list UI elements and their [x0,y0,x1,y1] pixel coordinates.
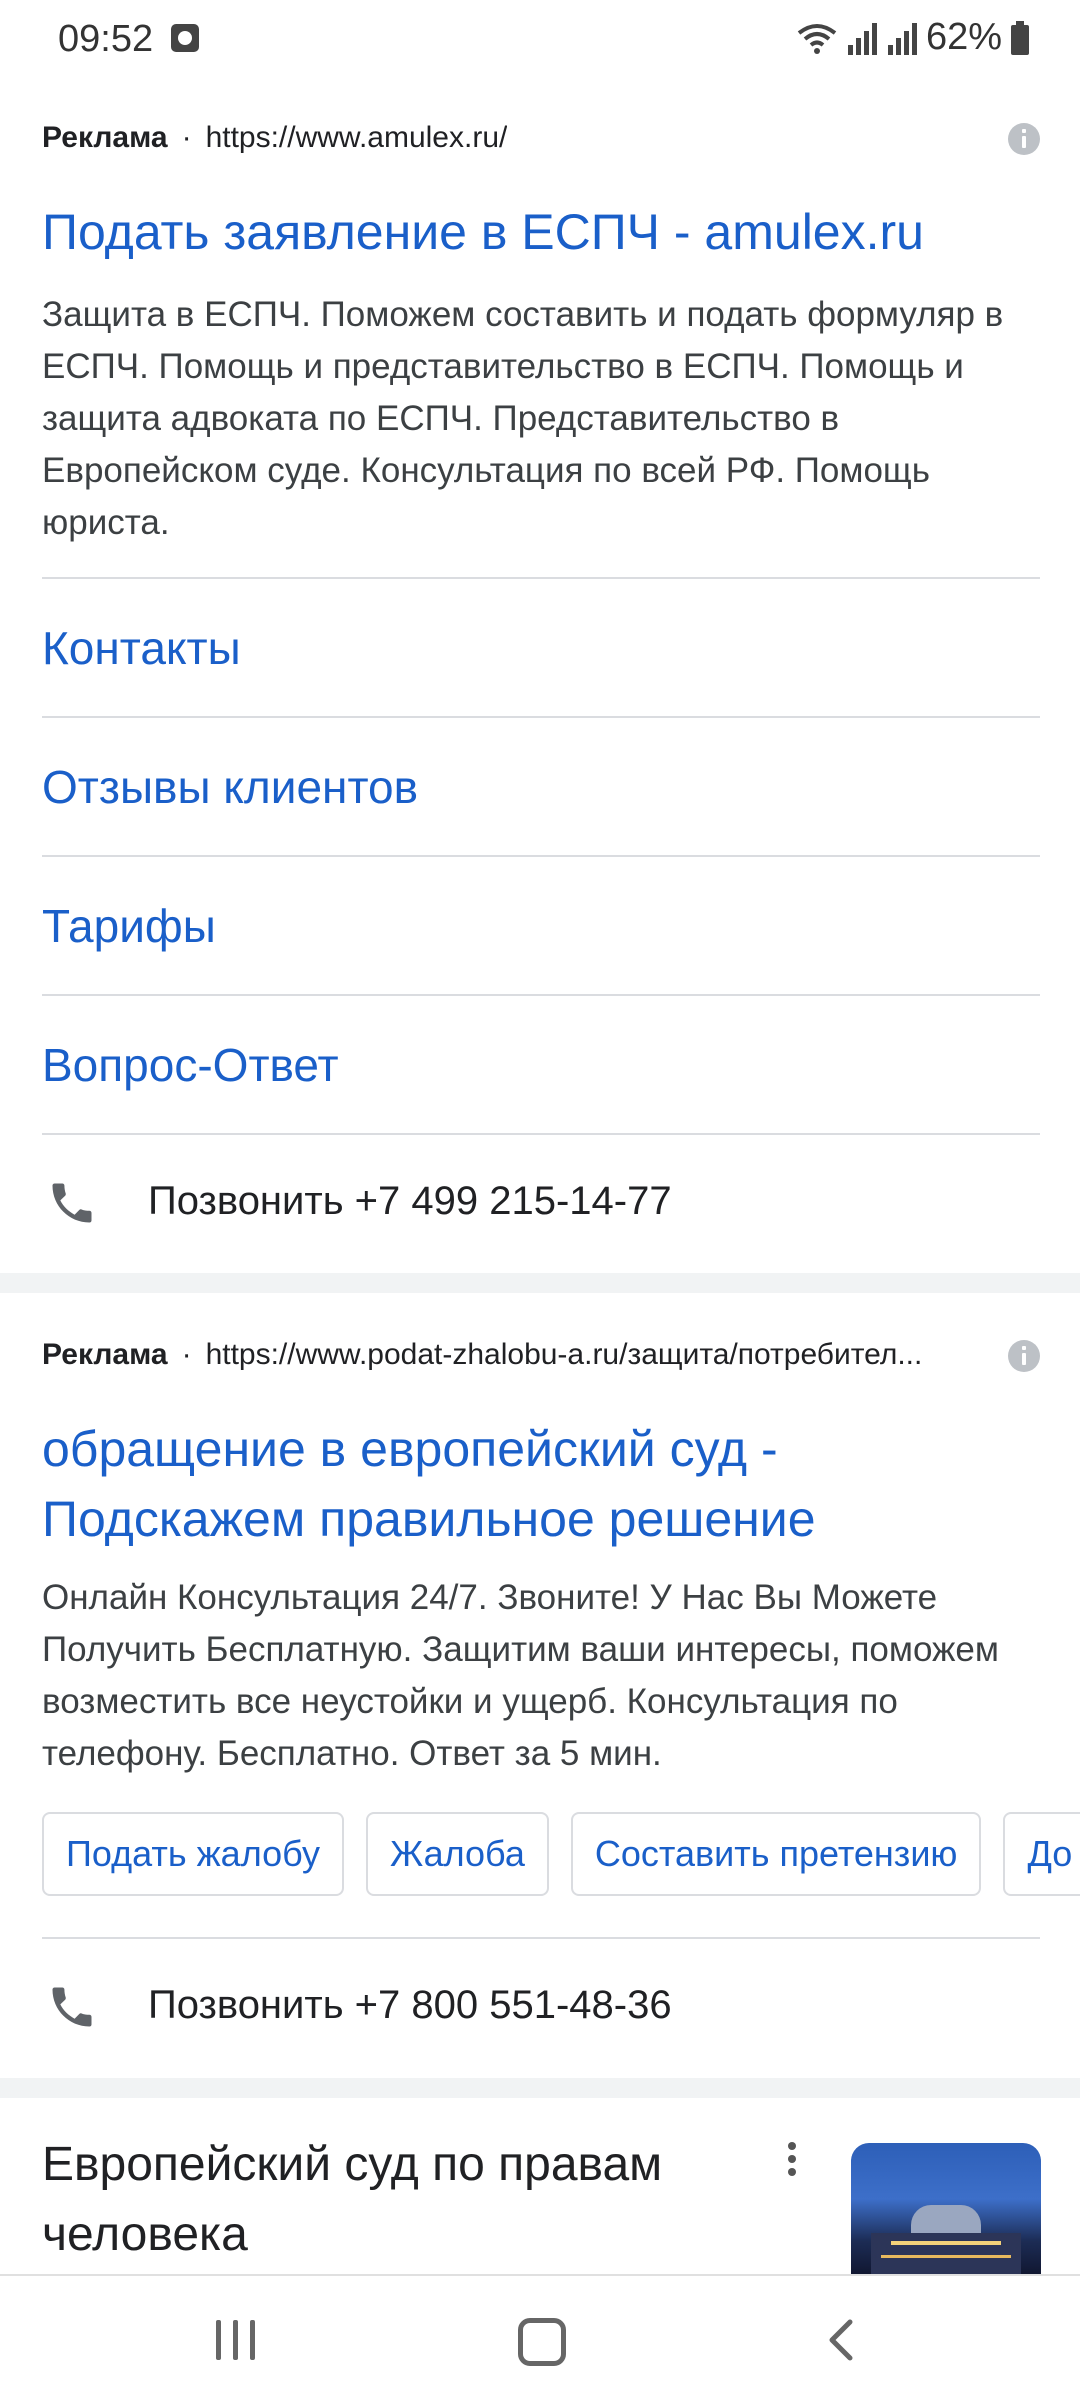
chip-scroller[interactable]: Подать жалобу Жалоба Составить претензию… [0,1812,1080,1902]
ad-label: Реклама [42,1338,168,1371]
phone-icon [52,1987,92,2027]
sitelink-label: Тарифы [42,900,216,952]
call-button[interactable]: Позвонить +7 800 551-48-36 [42,1937,1040,2075]
sitelink-label: Контакты [42,622,241,674]
sitelink-label: Вопрос-Ответ [42,1039,339,1091]
more-options-icon[interactable] [786,2142,798,2182]
chip-complaint[interactable]: Жалоба [365,1812,549,1896]
sitelink-faq[interactable]: Вопрос-Ответ [42,994,1040,1134]
battery-icon [1011,20,1029,55]
home-icon[interactable] [518,2318,566,2366]
ad-url[interactable]: https://www.amulex.ru/ [206,121,508,155]
navigation-bar [0,2274,1080,2402]
signal-icon [847,22,877,55]
chip-more[interactable]: До [1003,1812,1080,1896]
sitelink-reviews[interactable]: Отзывы клиентов [42,716,1040,856]
ad-description: Онлайн Консультация 24/7. Звоните! У Нас… [42,1578,999,1773]
ad-description: Защита в ЕСПЧ. Поможем составить и подат… [42,295,1004,542]
wifi-icon [797,23,837,54]
recent-apps-icon[interactable] [214,2320,258,2360]
back-icon[interactable] [826,2318,856,2362]
section-divider [0,2078,1080,2098]
status-indicators: 62% [796,16,1030,59]
section-divider [0,1273,1080,1293]
ad-title[interactable]: Подать заявление в ЕСПЧ - amulex.ru [42,197,1032,267]
call-button[interactable]: Позвонить +7 499 215-14-77 [42,1133,1040,1271]
info-icon[interactable] [1008,123,1040,155]
ad-separator: · [181,121,192,154]
signal-icon [887,22,917,55]
call-label: Позвонить +7 499 215-14-77 [148,1179,672,1223]
knowledge-card-title[interactable]: Европейский суд по правам человека [42,2130,742,2270]
ad-separator: · [181,1338,192,1371]
sitelink-tariffs[interactable]: Тарифы [42,855,1040,995]
sitelink-contacts[interactable]: Контакты [42,577,1040,717]
chip-list: Подать жалобу Жалоба Составить претензию… [42,1812,1080,1898]
phone-icon [52,1183,92,1223]
ad-url[interactable]: https://www.podat-zhalobu-a.ru/защита/по… [206,1338,923,1372]
ad-header: Реклама · https://www.amulex.ru/ [42,118,507,158]
ad-header: Реклама · https://www.podat-zhalobu-a.ru… [42,1335,922,1375]
chip-claim[interactable]: Составить претензию [570,1812,982,1896]
ad-title[interactable]: обращение в европейский суд - Подскажем … [42,1414,1032,1554]
status-bar: 09:52 62% [0,0,1080,80]
ad-label: Реклама [42,121,168,154]
knowledge-card-image[interactable] [851,2143,1041,2283]
chip-complaint-file[interactable]: Подать жалобу [42,1812,344,1896]
call-label: Позвонить +7 800 551-48-36 [148,1983,672,2027]
media-icon [171,24,199,52]
status-time: 09:52 [58,18,154,60]
info-icon[interactable] [1008,1340,1040,1372]
battery-level: 62% [925,16,1002,58]
sitelink-label: Отзывы клиентов [42,761,419,813]
